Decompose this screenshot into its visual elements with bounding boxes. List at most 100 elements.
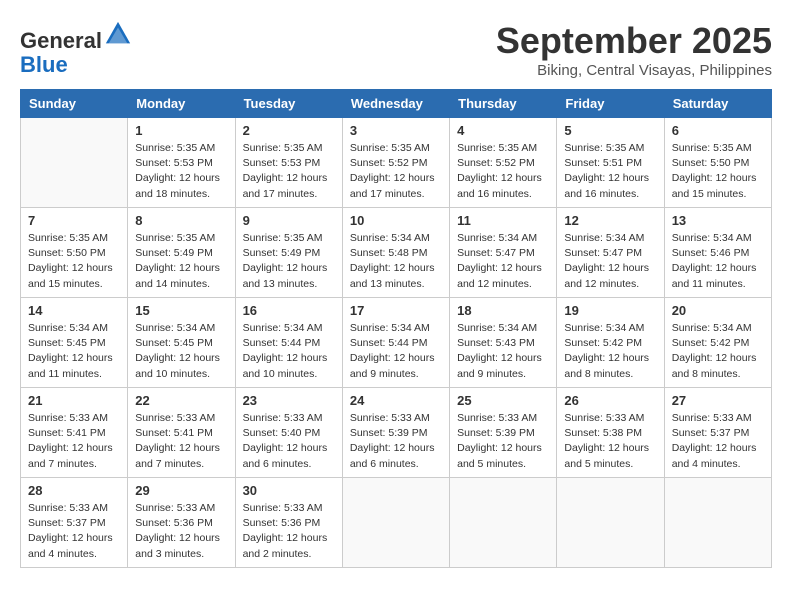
day-info: Sunrise: 5:33 AMSunset: 5:39 PMDaylight:… [457, 411, 549, 472]
logo-general: General [20, 28, 102, 53]
day-info: Sunrise: 5:34 AMSunset: 5:45 PMDaylight:… [135, 321, 227, 382]
calendar-cell: 2 Sunrise: 5:35 AMSunset: 5:53 PMDaylight… [235, 118, 342, 208]
day-info: Sunrise: 5:34 AMSunset: 5:44 PMDaylight:… [350, 321, 442, 382]
day-info: Sunrise: 5:35 AMSunset: 5:50 PMDaylight:… [28, 231, 120, 292]
day-number: 11 [457, 213, 549, 228]
week-row-5: 28 Sunrise: 5:33 AMSunset: 5:37 PMDayligh… [21, 478, 772, 568]
day-number: 6 [672, 123, 764, 138]
weekday-header-row: SundayMondayTuesdayWednesdayThursdayFrid… [21, 90, 772, 118]
title-block: September 2025 Biking, Central Visayas, … [496, 20, 772, 79]
calendar-cell: 8Sunrise: 5:35 AMSunset: 5:49 PMDaylight… [128, 208, 235, 298]
day-number: 7 [28, 213, 120, 228]
calendar-cell [21, 118, 128, 208]
day-number: 12 [564, 213, 656, 228]
day-number: 4 [457, 123, 549, 138]
day-info: Sunrise: 5:34 AMSunset: 5:47 PMDaylight:… [457, 231, 549, 292]
day-number: 17 [350, 303, 442, 318]
calendar-cell: 15 Sunrise: 5:34 AMSunset: 5:45 PMDayligh… [128, 298, 235, 388]
day-info: Sunrise: 5:34 AMSunset: 5:46 PMDaylight:… [672, 231, 764, 292]
calendar-cell: 16 Sunrise: 5:34 AMSunset: 5:44 PMDayligh… [235, 298, 342, 388]
logo-icon [104, 20, 132, 48]
weekday-header-thursday: Thursday [450, 90, 557, 118]
day-info: Sunrise: 5:34 AMSunset: 5:42 PMDaylight:… [672, 321, 764, 382]
calendar-cell: 18Sunrise: 5:34 AMSunset: 5:43 PMDayligh… [450, 298, 557, 388]
day-number: 14 [28, 303, 120, 318]
day-number: 26 [564, 393, 656, 408]
calendar-cell: 12 Sunrise: 5:34 AMSunset: 5:47 PMDayligh… [557, 208, 664, 298]
weekday-header-friday: Friday [557, 90, 664, 118]
calendar-cell: 24 Sunrise: 5:33 AMSunset: 5:39 PMDayligh… [342, 388, 449, 478]
day-info: Sunrise: 5:33 AMSunset: 5:37 PMDaylight:… [28, 501, 120, 562]
calendar-cell: 1 Sunrise: 5:35 AMSunset: 5:53 PMDaylight… [128, 118, 235, 208]
day-number: 29 [135, 483, 227, 498]
weekday-header-tuesday: Tuesday [235, 90, 342, 118]
location-title: Biking, Central Visayas, Philippines [496, 62, 772, 79]
calendar-cell [664, 478, 771, 568]
day-number: 16 [243, 303, 335, 318]
calendar-cell: 23 Sunrise: 5:33 AMSunset: 5:40 PMDayligh… [235, 388, 342, 478]
day-info: Sunrise: 5:33 AMSunset: 5:40 PMDaylight:… [243, 411, 335, 472]
day-info: Sunrise: 5:33 AMSunset: 5:38 PMDaylight:… [564, 411, 656, 472]
day-number: 27 [672, 393, 764, 408]
calendar-cell: 26 Sunrise: 5:33 AMSunset: 5:38 PMDayligh… [557, 388, 664, 478]
day-number: 2 [243, 123, 335, 138]
day-number: 23 [243, 393, 335, 408]
day-number: 1 [135, 123, 227, 138]
weekday-header-sunday: Sunday [21, 90, 128, 118]
day-number: 25 [457, 393, 549, 408]
day-info: Sunrise: 5:34 AMSunset: 5:44 PMDaylight:… [243, 321, 335, 382]
calendar-cell: 21Sunrise: 5:33 AMSunset: 5:41 PMDayligh… [21, 388, 128, 478]
day-number: 24 [350, 393, 442, 408]
calendar-cell: 9 Sunrise: 5:35 AMSunset: 5:49 PMDaylight… [235, 208, 342, 298]
day-info: Sunrise: 5:35 AMSunset: 5:51 PMDaylight:… [564, 141, 656, 202]
day-info: Sunrise: 5:33 AMSunset: 5:41 PMDaylight:… [135, 411, 227, 472]
logo: General Blue [20, 20, 132, 77]
page-header: General Blue September 2025 Biking, Cent… [20, 20, 772, 79]
day-info: Sunrise: 5:35 AMSunset: 5:53 PMDaylight:… [135, 141, 227, 202]
day-info: Sunrise: 5:34 AMSunset: 5:45 PMDaylight:… [28, 321, 120, 382]
weekday-header-monday: Monday [128, 90, 235, 118]
calendar-cell: 4Sunrise: 5:35 AMSunset: 5:52 PMDaylight… [450, 118, 557, 208]
calendar-cell: 6 Sunrise: 5:35 AMSunset: 5:50 PMDaylight… [664, 118, 771, 208]
calendar-cell: 14 Sunrise: 5:34 AMSunset: 5:45 PMDayligh… [21, 298, 128, 388]
calendar-cell: 28 Sunrise: 5:33 AMSunset: 5:37 PMDayligh… [21, 478, 128, 568]
calendar-cell [342, 478, 449, 568]
day-number: 20 [672, 303, 764, 318]
weekday-header-saturday: Saturday [664, 90, 771, 118]
week-row-1: 1 Sunrise: 5:35 AMSunset: 5:53 PMDaylight… [21, 118, 772, 208]
calendar-cell [450, 478, 557, 568]
day-number: 19 [564, 303, 656, 318]
day-info: Sunrise: 5:34 AMSunset: 5:47 PMDaylight:… [564, 231, 656, 292]
calendar-cell: 29 Sunrise: 5:33 AMSunset: 5:36 PMDayligh… [128, 478, 235, 568]
day-number: 28 [28, 483, 120, 498]
day-info: Sunrise: 5:33 AMSunset: 5:36 PMDaylight:… [243, 501, 335, 562]
month-title: September 2025 [496, 20, 772, 62]
calendar-cell: 13Sunrise: 5:34 AMSunset: 5:46 PMDayligh… [664, 208, 771, 298]
weekday-header-wednesday: Wednesday [342, 90, 449, 118]
day-info: Sunrise: 5:34 AMSunset: 5:43 PMDaylight:… [457, 321, 549, 382]
day-info: Sunrise: 5:35 AMSunset: 5:53 PMDaylight:… [243, 141, 335, 202]
calendar-cell: 25 Sunrise: 5:33 AMSunset: 5:39 PMDayligh… [450, 388, 557, 478]
day-number: 5 [564, 123, 656, 138]
calendar-cell: 30 Sunrise: 5:33 AMSunset: 5:36 PMDayligh… [235, 478, 342, 568]
day-info: Sunrise: 5:34 AMSunset: 5:48 PMDaylight:… [350, 231, 442, 292]
calendar-cell: 11 Sunrise: 5:34 AMSunset: 5:47 PMDayligh… [450, 208, 557, 298]
day-info: Sunrise: 5:33 AMSunset: 5:37 PMDaylight:… [672, 411, 764, 472]
calendar-cell: 3Sunrise: 5:35 AMSunset: 5:52 PMDaylight… [342, 118, 449, 208]
day-info: Sunrise: 5:33 AMSunset: 5:36 PMDaylight:… [135, 501, 227, 562]
calendar-cell: 19Sunrise: 5:34 AMSunset: 5:42 PMDayligh… [557, 298, 664, 388]
calendar-cell: 27 Sunrise: 5:33 AMSunset: 5:37 PMDayligh… [664, 388, 771, 478]
day-number: 9 [243, 213, 335, 228]
calendar-cell: 7 Sunrise: 5:35 AMSunset: 5:50 PMDaylight… [21, 208, 128, 298]
day-number: 22 [135, 393, 227, 408]
week-row-3: 14 Sunrise: 5:34 AMSunset: 5:45 PMDayligh… [21, 298, 772, 388]
day-info: Sunrise: 5:35 AMSunset: 5:50 PMDaylight:… [672, 141, 764, 202]
day-number: 15 [135, 303, 227, 318]
calendar-table: SundayMondayTuesdayWednesdayThursdayFrid… [20, 89, 772, 568]
day-info: Sunrise: 5:33 AMSunset: 5:39 PMDaylight:… [350, 411, 442, 472]
day-number: 8 [135, 213, 227, 228]
week-row-4: 21Sunrise: 5:33 AMSunset: 5:41 PMDayligh… [21, 388, 772, 478]
day-info: Sunrise: 5:35 AMSunset: 5:52 PMDaylight:… [350, 141, 442, 202]
day-info: Sunrise: 5:35 AMSunset: 5:49 PMDaylight:… [243, 231, 335, 292]
day-number: 30 [243, 483, 335, 498]
